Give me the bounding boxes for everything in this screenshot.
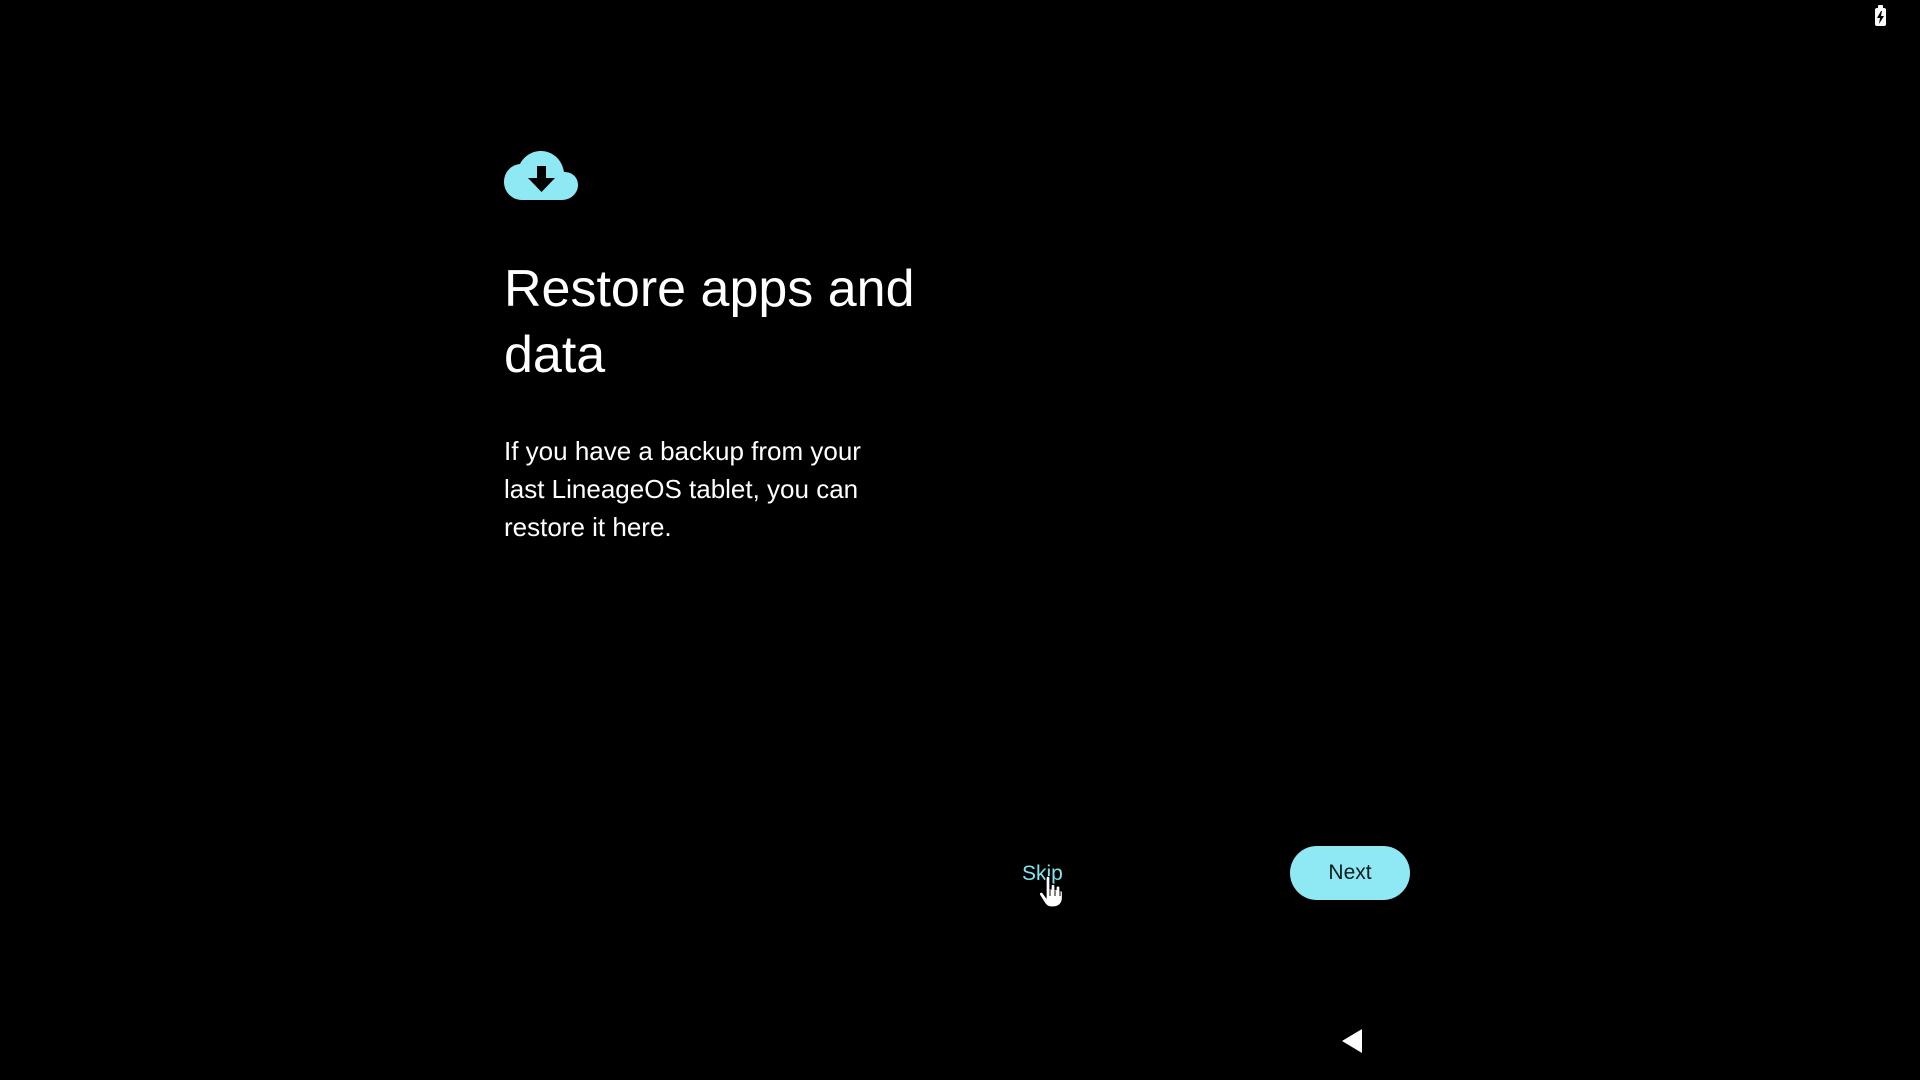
- navigation-bar: [0, 1008, 1920, 1080]
- skip-button[interactable]: Skip: [1010, 846, 1075, 902]
- battery-charging-icon: [1875, 5, 1886, 26]
- setup-wizard-screen: Restore apps and data If you have a back…: [0, 0, 1920, 1080]
- page-title: Restore apps and data: [504, 260, 915, 384]
- page-description: If you have a backup from your last Line…: [504, 436, 861, 542]
- restore-content: Restore apps and data If you have a back…: [504, 150, 964, 546]
- cloud-download-icon: [504, 151, 578, 200]
- back-triangle-icon: [1342, 1029, 1362, 1053]
- nav-back-button[interactable]: [1332, 1020, 1374, 1062]
- next-button[interactable]: Next: [1290, 846, 1410, 900]
- status-bar: [0, 0, 1920, 36]
